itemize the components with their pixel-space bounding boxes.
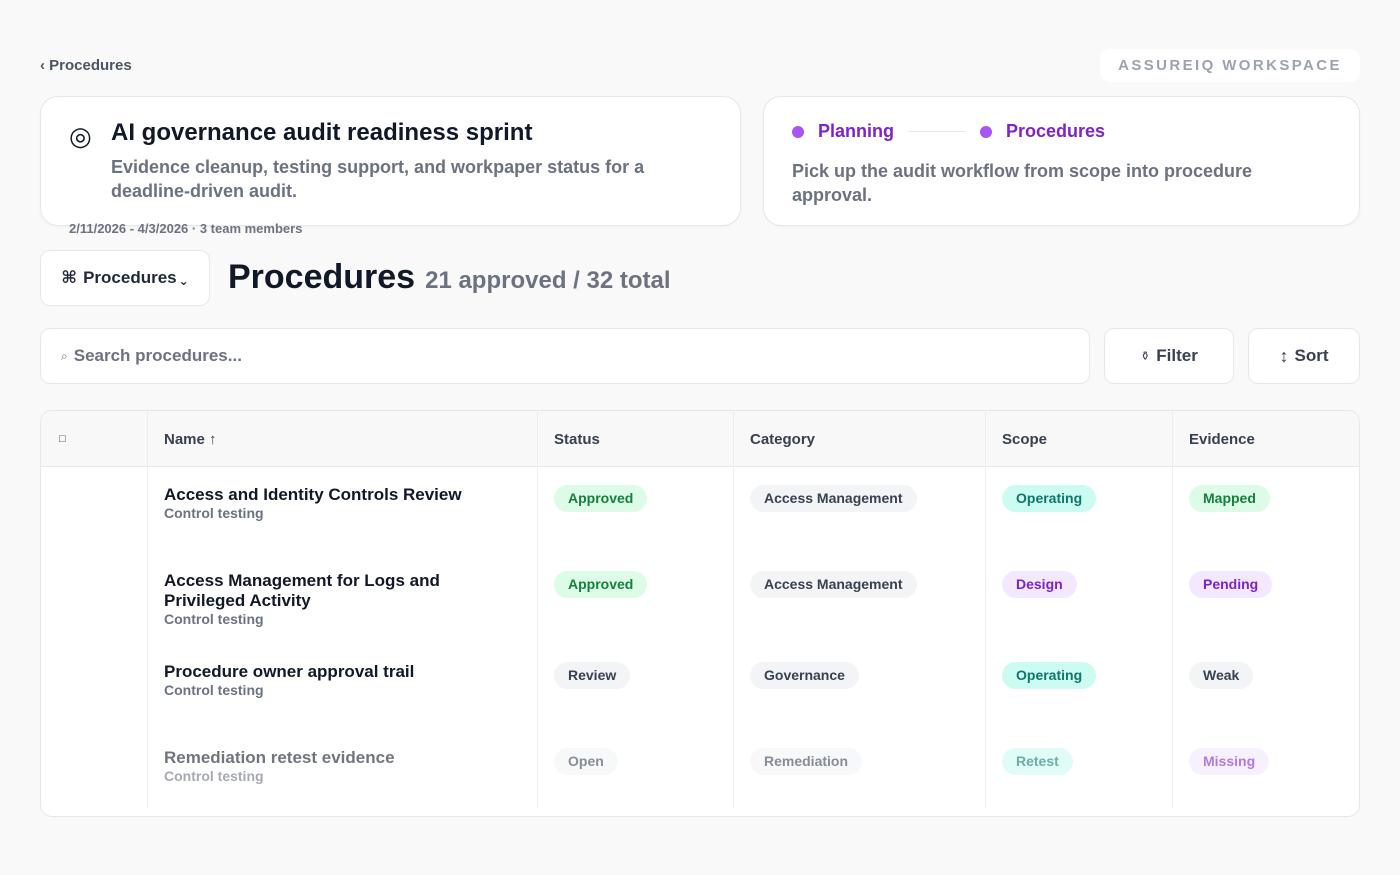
category-badge: Access Management: [750, 485, 917, 512]
procedure-type: Control testing: [164, 505, 264, 521]
scope-badge: Operating: [1002, 485, 1097, 512]
section-title: Procedures 21 approved / 32 total: [228, 258, 671, 297]
column-header-name[interactable]: Name ↑: [147, 411, 217, 467]
filter-icon: ⚱: [1140, 349, 1151, 363]
category-badge: Remediation: [750, 748, 863, 775]
step-procedures[interactable]: Procedures: [980, 121, 1105, 142]
column-header-category[interactable]: Category: [733, 411, 815, 467]
select-all-checkbox[interactable]: □: [41, 411, 147, 467]
workflow-card: Planning Procedures Pick up the audit wo…: [763, 96, 1360, 226]
project-meta: 2/11/2026 - 4/3/2026 · 3 team members: [69, 221, 303, 236]
step-label: Planning: [818, 121, 894, 141]
procedures-table: □ Name ↑ Status Category Scope Evidence …: [40, 410, 1360, 817]
page-title: Procedures: [228, 258, 416, 296]
section-dropdown-label: Procedures: [83, 268, 177, 287]
column-divider: [985, 411, 986, 808]
sort-label: Sort: [1294, 346, 1329, 365]
search-box[interactable]: ⌕: [40, 328, 1090, 384]
target-icon: ◎: [69, 122, 92, 152]
search-icon: ⌕: [61, 348, 68, 363]
column-divider: [733, 411, 734, 808]
status-badge: Approved: [554, 571, 648, 598]
procedure-name[interactable]: Procedure owner approval trail: [164, 662, 494, 682]
step-dot-icon: [792, 125, 804, 138]
sort-button[interactable]: ↕ Sort: [1248, 328, 1360, 384]
workflow-description: Pick up the audit workflow from scope in…: [792, 161, 1253, 205]
procedure-name-cell: Access Management for Logs and Privilege…: [164, 571, 494, 628]
procedure-name[interactable]: Remediation retest evidence: [164, 748, 494, 768]
evidence-badge: Missing: [1189, 748, 1270, 775]
step-planning[interactable]: Planning: [792, 121, 894, 142]
filter-label: Filter: [1156, 346, 1198, 365]
sort-icon: ↕: [1279, 345, 1289, 366]
column-header-scope[interactable]: Scope: [985, 411, 1047, 467]
procedure-name-cell: Access and Identity Controls Review Cont…: [164, 485, 494, 522]
section-dropdown[interactable]: ⌘ Procedures ⌄: [40, 250, 210, 306]
step-dot-icon: [980, 125, 992, 138]
procedure-type: Control testing: [164, 768, 264, 784]
column-header-evidence[interactable]: Evidence: [1172, 411, 1255, 467]
filter-button[interactable]: ⚱ Filter: [1104, 328, 1234, 384]
workspace-badge: ASSUREIQ WORKSPACE: [1100, 49, 1360, 82]
status-badge: Review: [554, 662, 631, 689]
status-badge: Approved: [554, 485, 648, 512]
workflow-stepper: Planning Procedures: [792, 121, 1105, 142]
column-divider: [537, 411, 538, 808]
command-icon: ⌘: [61, 268, 78, 287]
step-connector: [908, 131, 966, 132]
status-badge: Open: [554, 748, 618, 775]
procedure-name[interactable]: Access Management for Logs and Privilege…: [164, 571, 494, 611]
project-summary-card: ◎ AI governance audit readiness sprint E…: [40, 96, 741, 226]
category-badge: Access Management: [750, 571, 917, 598]
evidence-badge: Mapped: [1189, 485, 1270, 512]
search-input[interactable]: [73, 346, 1051, 366]
chevron-down-icon: ⌄: [178, 274, 189, 288]
project-title: AI governance audit readiness sprint: [111, 119, 533, 146]
evidence-badge: Pending: [1189, 571, 1273, 598]
procedure-name[interactable]: Access and Identity Controls Review: [164, 485, 494, 505]
procedure-type: Control testing: [164, 682, 264, 698]
column-header-status[interactable]: Status: [537, 411, 600, 467]
table-header: □ Name ↑ Status Category Scope Evidence: [41, 411, 1359, 467]
column-divider: [147, 411, 148, 808]
step-label: Procedures: [1006, 121, 1106, 141]
procedure-type: Control testing: [164, 611, 264, 627]
back-to-procedures-link[interactable]: ‹ Procedures: [40, 57, 132, 74]
scope-badge: Design: [1002, 571, 1077, 598]
procedure-name-cell: Procedure owner approval trail Control t…: [164, 662, 494, 699]
approval-count: 21 approved / 32 total: [425, 267, 671, 294]
procedure-name-cell: Remediation retest evidence Control test…: [164, 748, 494, 785]
column-divider: [1172, 411, 1173, 808]
scope-badge: Operating: [1002, 662, 1097, 689]
category-badge: Governance: [750, 662, 859, 689]
evidence-badge: Weak: [1189, 662, 1254, 689]
scope-badge: Retest: [1002, 748, 1073, 775]
project-description: Evidence cleanup, testing support, and w…: [111, 157, 645, 201]
